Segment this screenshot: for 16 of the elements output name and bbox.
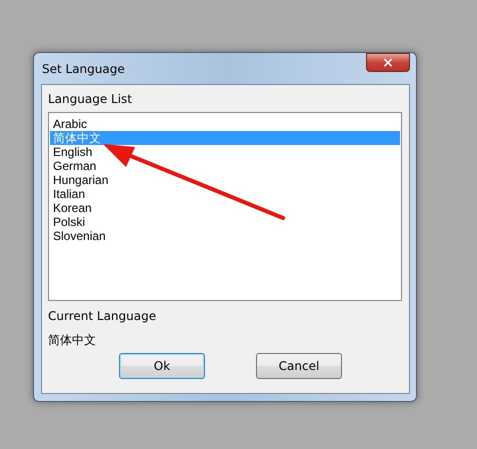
window-title: Set Language: [41, 62, 125, 76]
list-item[interactable]: Italian: [50, 187, 400, 201]
list-item[interactable]: English: [50, 145, 400, 159]
list-item[interactable]: Korean: [50, 201, 400, 215]
section-label: Language List: [48, 91, 134, 108]
ok-button[interactable]: Ok: [119, 353, 205, 379]
list-item[interactable]: German: [50, 159, 400, 173]
list-item[interactable]: Polski: [50, 215, 400, 229]
list-item[interactable]: Hungarian: [50, 173, 400, 187]
close-button[interactable]: ×: [366, 53, 410, 72]
list-item[interactable]: Arabic: [50, 117, 400, 131]
current-language-value: 简体中文: [48, 332, 97, 349]
list-item[interactable]: Slovenian: [50, 229, 400, 243]
cancel-button[interactable]: Cancel: [256, 353, 342, 379]
section-label: Current Language: [48, 308, 158, 325]
language-listbox[interactable]: Arabic 简体中文 English German Hungarian Italian Korean Polski Slovenian: [48, 112, 402, 301]
